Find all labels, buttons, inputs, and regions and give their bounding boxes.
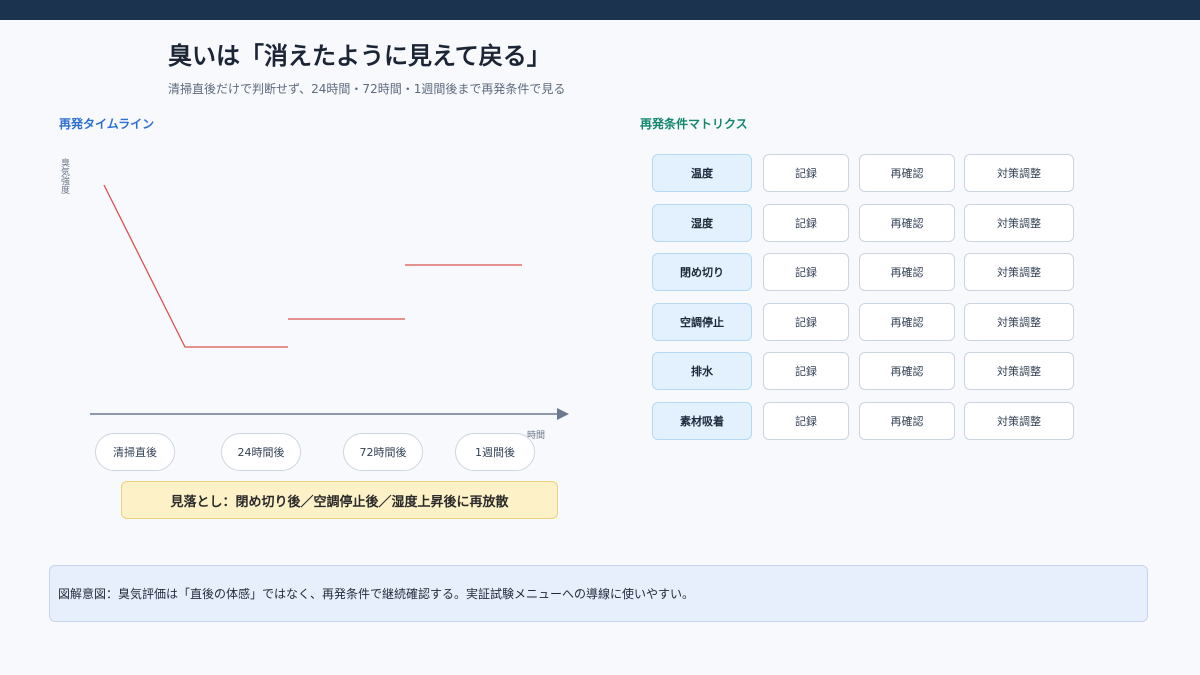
matrix-condition-closed-room: 閉め切り: [652, 253, 752, 291]
matrix-cell-adjust: 対策調整: [964, 154, 1074, 192]
matrix-cell-recheck: 再確認: [859, 303, 955, 341]
matrix-cell-adjust: 対策調整: [964, 303, 1074, 341]
oversight-warning-box: 見落とし：閉め切り後／空調停止後／湿度上昇後に再放散: [121, 481, 558, 519]
matrix-cell-recheck: 再確認: [859, 204, 955, 242]
matrix-condition-material-adsorption: 素材吸着: [652, 402, 752, 440]
odor-drop-line: [103, 184, 288, 348]
matrix-cell-record: 記録: [763, 402, 849, 440]
diagram-intent-note: 図解意図：臭気評価は「直後の体感」ではなく、再発条件で継続確認する。実証試験メニ…: [49, 565, 1148, 622]
matrix-cell-record: 記録: [763, 352, 849, 390]
matrix-cell-recheck: 再確認: [859, 352, 955, 390]
stage-pill-24h: 24時間後: [221, 433, 301, 471]
matrix-cell-adjust: 対策調整: [964, 352, 1074, 390]
matrix-cell-adjust: 対策調整: [964, 402, 1074, 440]
matrix-condition-ac-stop: 空調停止: [652, 303, 752, 341]
matrix-cell-record: 記録: [763, 253, 849, 291]
matrix-condition-temperature: 温度: [652, 154, 752, 192]
stage-pill-just-after: 清掃直後: [95, 433, 175, 471]
matrix-cell-record: 記録: [763, 154, 849, 192]
recurrence-timeline-chart: [90, 184, 569, 420]
matrix-condition-humidity: 湿度: [652, 204, 752, 242]
matrix-cell-record: 記録: [763, 204, 849, 242]
matrix-cell-adjust: 対策調整: [964, 253, 1074, 291]
stage-pill-1week: 1週間後: [455, 433, 535, 471]
matrix-cell-recheck: 再確認: [859, 154, 955, 192]
matrix-cell-record: 記録: [763, 303, 849, 341]
matrix-cell-recheck: 再確認: [859, 253, 955, 291]
matrix-cell-recheck: 再確認: [859, 402, 955, 440]
matrix-condition-drainage: 排水: [652, 352, 752, 390]
matrix-cell-adjust: 対策調整: [964, 204, 1074, 242]
matrix-heading: 再発条件マトリクス: [640, 117, 748, 131]
stage-pill-72h: 72時間後: [343, 433, 423, 471]
y-axis-label: 臭気強度: [59, 158, 69, 194]
